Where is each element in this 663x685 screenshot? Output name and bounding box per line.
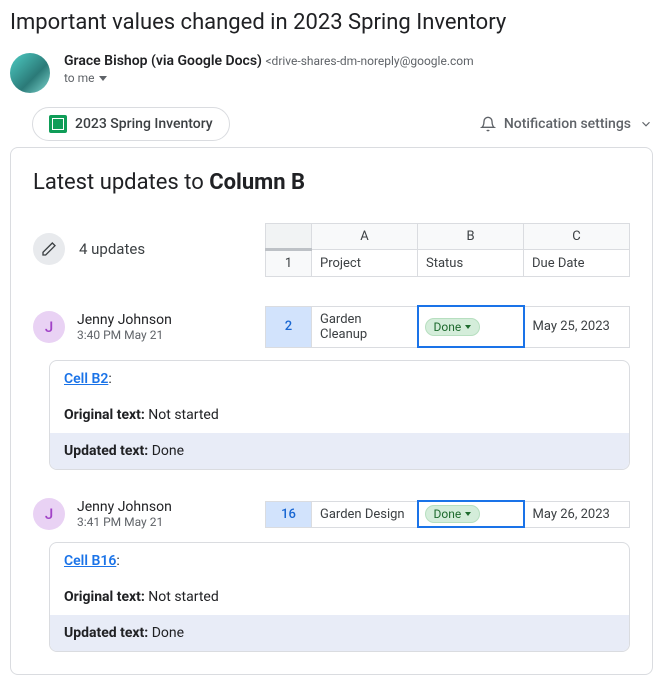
sender-avatar — [10, 53, 50, 93]
summary-row: 4 updates A B C 1 Project Status Due Dat… — [33, 223, 630, 277]
colon: : — [108, 371, 111, 387]
original-label: Original text: — [64, 589, 145, 605]
header-table: A B C 1 Project Status Due Date — [265, 223, 630, 277]
chevron-down-icon — [465, 512, 471, 516]
document-chip[interactable]: 2023 Spring Inventory — [32, 107, 230, 141]
chevron-down-icon — [465, 325, 471, 329]
chevron-down-icon — [99, 76, 107, 81]
cell-duedate: May 25, 2023 — [524, 306, 630, 347]
top-bar: 2023 Spring Inventory Notification setti… — [10, 107, 653, 141]
pencil-icon — [33, 233, 65, 265]
cell-project: Garden Cleanup — [312, 306, 418, 347]
user-box: J Jenny Johnson 3:41 PM May 21 — [33, 498, 172, 530]
updates-count-label: 4 updates — [79, 240, 145, 258]
to-label: to me — [64, 71, 95, 85]
sender-line: Grace Bishop (via Google Docs) <drive-sh… — [64, 53, 474, 69]
update-header: J Jenny Johnson 3:41 PM May 21 16 Garden… — [33, 498, 630, 530]
updates-count: 4 updates — [33, 233, 145, 265]
status-chip[interactable]: Done — [425, 505, 481, 523]
latest-prefix: Latest updates to — [33, 170, 209, 195]
updated-label: Updated text: — [64, 625, 148, 641]
cell-link[interactable]: Cell B16 — [64, 553, 116, 569]
row-table: 16 Garden Design Done May 26, 2023 — [265, 500, 630, 528]
user-name: Jenny Johnson — [77, 312, 172, 328]
original-text-row: Original text: Not started — [50, 397, 629, 433]
bell-icon — [480, 116, 496, 132]
updated-label: Updated text: — [64, 443, 148, 459]
change-box: Cell B2: Original text: Not started Upda… — [49, 360, 630, 470]
notification-settings[interactable]: Notification settings — [480, 116, 653, 132]
original-text-row: Original text: Not started — [50, 579, 629, 615]
sender-name: Grace Bishop (via Google Docs) — [64, 53, 262, 69]
change-box: Cell B16: Original text: Not started Upd… — [49, 542, 630, 652]
row-number: 1 — [266, 250, 312, 277]
chevron-down-icon — [639, 117, 653, 131]
status-label: Done — [434, 507, 462, 521]
cell-link[interactable]: Cell B2 — [64, 371, 108, 387]
update-time: 3:41 PM May 21 — [77, 515, 172, 529]
latest-column: Column B — [209, 170, 305, 195]
original-value: Not started — [145, 407, 219, 423]
updated-text-row: Updated text: Done — [50, 433, 629, 469]
col-header-b: B — [418, 224, 524, 250]
updated-text-row: Updated text: Done — [50, 615, 629, 651]
cell-ref-row: Cell B16: — [50, 543, 629, 579]
col-header-a: A — [312, 224, 418, 250]
row-table: 2 Garden Cleanup Done May 25, 2023 — [265, 305, 630, 348]
status-label: Done — [434, 320, 462, 334]
original-label: Original text: — [64, 407, 145, 423]
sender-email: <drive-shares-dm-noreply@google.com — [265, 54, 473, 68]
row-number-selected: 16 — [266, 501, 312, 527]
user-name: Jenny Johnson — [77, 499, 172, 515]
header-cell: Project — [312, 250, 418, 277]
original-value: Not started — [145, 589, 219, 605]
notification-settings-label: Notification settings — [504, 116, 631, 132]
latest-heading: Latest updates to Column B — [33, 170, 630, 195]
recipient-dropdown[interactable]: to me — [64, 71, 474, 85]
update-time: 3:40 PM May 21 — [77, 328, 172, 342]
document-chip-label: 2023 Spring Inventory — [75, 116, 213, 132]
cell-project: Garden Design — [312, 501, 418, 527]
status-chip[interactable]: Done — [425, 318, 481, 336]
page-title: Important values changed in 2023 Spring … — [10, 10, 653, 35]
update-header: J Jenny Johnson 3:40 PM May 21 2 Garden … — [33, 305, 630, 348]
colon: : — [116, 553, 119, 569]
cell-status-selected: Done — [418, 501, 524, 527]
user-box: J Jenny Johnson 3:40 PM May 21 — [33, 311, 172, 343]
updated-value: Done — [148, 443, 184, 459]
sheets-icon — [49, 115, 67, 133]
sender-row: Grace Bishop (via Google Docs) <drive-sh… — [10, 53, 653, 93]
cell-ref-row: Cell B2: — [50, 361, 629, 397]
update-block: J Jenny Johnson 3:41 PM May 21 16 Garden… — [33, 498, 630, 652]
updates-card: Latest updates to Column B 4 updates A B… — [10, 147, 653, 675]
cell-duedate: May 26, 2023 — [524, 501, 630, 527]
cell-status-selected: Done — [418, 306, 524, 347]
update-block: J Jenny Johnson 3:40 PM May 21 2 Garden … — [33, 305, 630, 470]
header-cell: Due Date — [524, 250, 630, 277]
table-corner — [266, 224, 312, 250]
user-avatar: J — [33, 498, 65, 530]
row-number-selected: 2 — [266, 306, 312, 347]
header-cell: Status — [418, 250, 524, 277]
updated-value: Done — [148, 625, 184, 641]
user-avatar: J — [33, 311, 65, 343]
col-header-c: C — [524, 224, 630, 250]
